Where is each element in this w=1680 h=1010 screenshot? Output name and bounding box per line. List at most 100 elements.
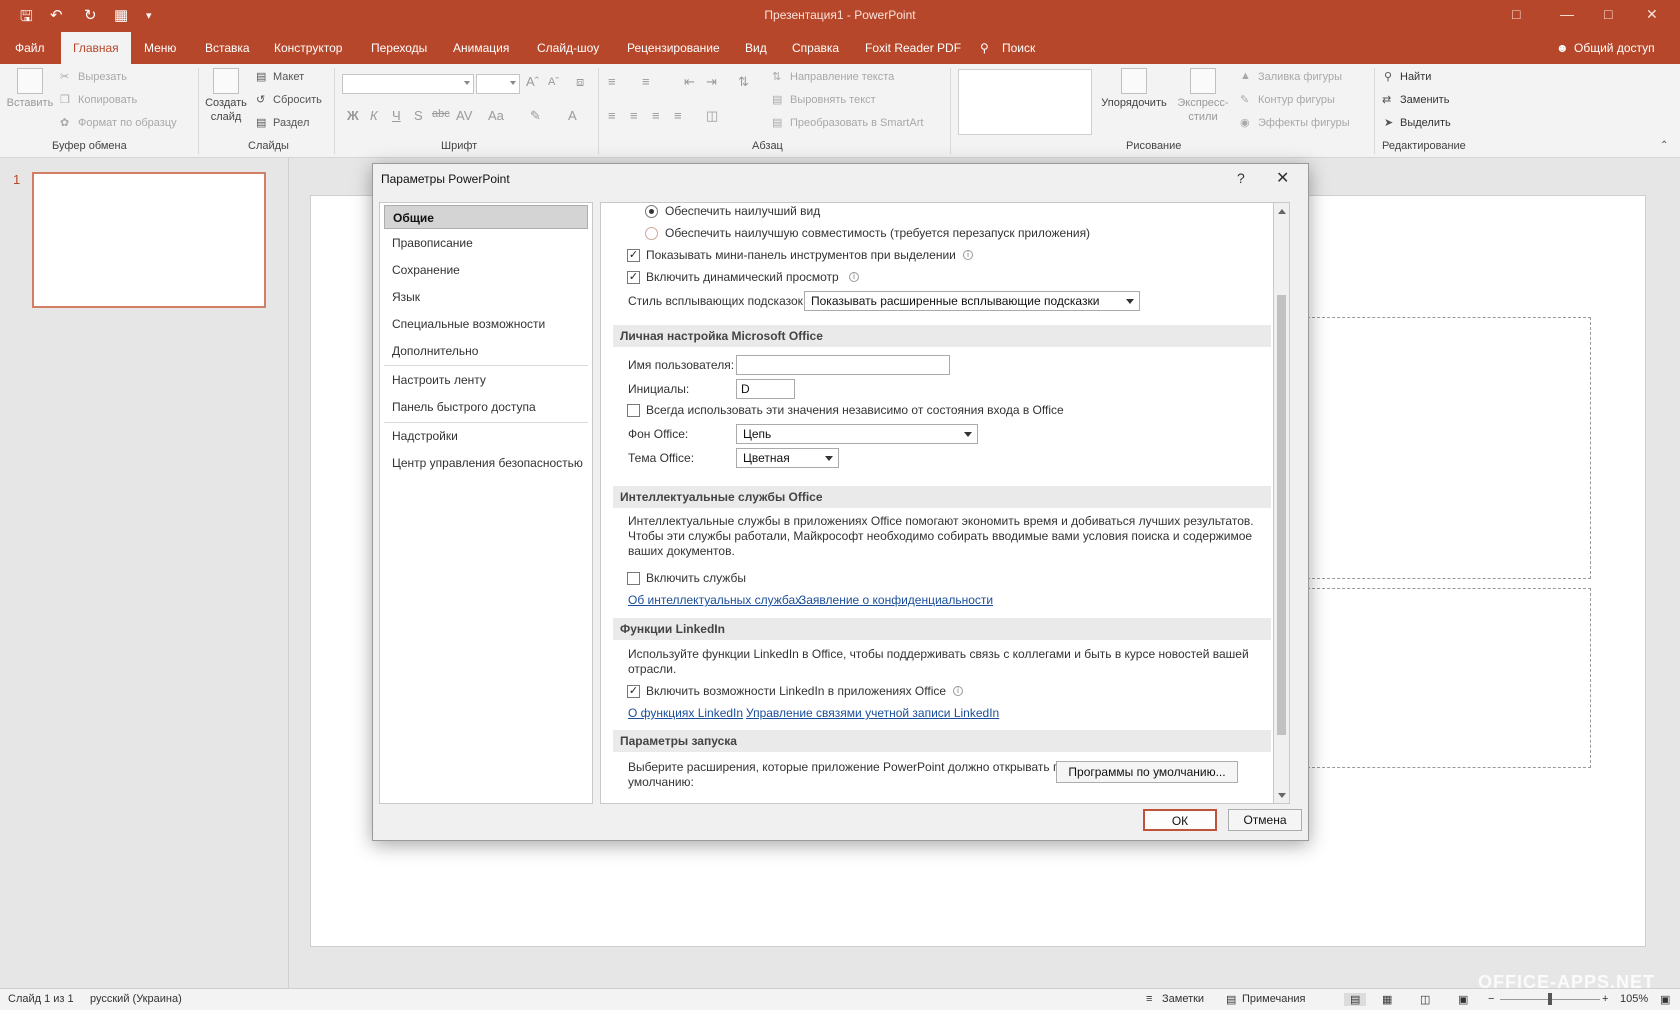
category-advanced[interactable]: Дополнительно — [384, 339, 588, 363]
change-case-icon[interactable]: Aa — [488, 108, 504, 123]
tab-foxit[interactable]: Foxit Reader PDF — [865, 32, 961, 64]
reset-button[interactable]: Сбросить — [273, 94, 322, 106]
highlight-icon[interactable]: ✎ — [530, 108, 541, 124]
default-programs-button[interactable]: Программы по умолчанию... — [1056, 761, 1238, 783]
layout-button[interactable]: Макет — [273, 71, 304, 83]
manage-linkedin-link[interactable]: Управление связями учетной записи Linked… — [746, 706, 999, 720]
shape-effects-button[interactable]: Эффекты фигуры — [1258, 117, 1350, 129]
justify-icon[interactable]: ≡ — [674, 108, 682, 123]
shrink-font-icon[interactable]: Aˇ — [548, 76, 559, 88]
tab-insert[interactable]: Вставка — [205, 32, 250, 64]
maximize-icon[interactable]: □ — [1604, 6, 1612, 22]
checkbox-enable-linkedin[interactable]: ✓ — [627, 685, 640, 698]
scroll-down-icon[interactable] — [1278, 793, 1286, 798]
checkbox-enable-services[interactable] — [627, 572, 640, 585]
initials-input[interactable] — [736, 379, 795, 399]
help-button[interactable]: ? — [1237, 170, 1245, 186]
replace-button[interactable]: Заменить — [1400, 94, 1449, 106]
underline-icon[interactable]: Ч — [392, 108, 401, 123]
copy-button[interactable]: Копировать — [78, 94, 137, 106]
zoom-in-icon[interactable]: + — [1602, 993, 1608, 1005]
normal-view-icon[interactable]: ▤ — [1344, 993, 1367, 1006]
tab-help[interactable]: Справка — [792, 32, 839, 64]
columns-icon[interactable]: ◫ — [706, 108, 718, 124]
spacing-icon[interactable]: AV — [456, 108, 472, 123]
grow-font-icon[interactable]: Aˆ — [526, 74, 539, 89]
tab-file[interactable]: Файл — [15, 32, 45, 64]
tooltip-style-select[interactable]: Показывать расширенные всплывающие подск… — [804, 291, 1140, 311]
fit-slide-icon[interactable]: ▣ — [1660, 993, 1670, 1006]
category-accessibility[interactable]: Специальные возможности — [384, 312, 588, 336]
title-placeholder[interactable] — [1307, 317, 1591, 579]
zoom-slider-thumb[interactable] — [1548, 993, 1552, 1005]
scroll-thumb[interactable] — [1277, 295, 1286, 735]
close-icon[interactable]: ✕ — [1276, 168, 1289, 188]
quick-styles-button[interactable]: Экспресс-стили — [1172, 68, 1234, 124]
line-spacing-icon[interactable]: ⇅ — [738, 74, 749, 90]
tab-review[interactable]: Рецензирование — [627, 32, 720, 64]
tab-menu[interactable]: Меню — [144, 32, 176, 64]
font-name-combo[interactable] — [342, 74, 474, 94]
tab-animations[interactable]: Анимация — [453, 32, 509, 64]
category-quick-access[interactable]: Панель быстрого доступа — [384, 395, 588, 419]
notes-button[interactable]: Заметки — [1162, 993, 1204, 1005]
decrease-indent-icon[interactable]: ⇤ — [684, 74, 695, 90]
align-left-icon[interactable]: ≡ — [608, 108, 616, 123]
font-color-icon[interactable]: A — [568, 108, 577, 123]
tab-transitions[interactable]: Переходы — [371, 32, 427, 64]
category-customize-ribbon[interactable]: Настроить ленту — [384, 368, 588, 392]
radio-best-appearance[interactable] — [645, 205, 658, 218]
slideshow-view-icon[interactable]: ▣ — [1458, 993, 1468, 1006]
slide-sorter-icon[interactable]: ▦ — [1382, 993, 1392, 1006]
office-background-select[interactable]: Цепь — [736, 424, 978, 444]
about-linkedin-link[interactable]: О функциях LinkedIn — [628, 706, 743, 720]
smartart-button[interactable]: Преобразовать в SmartArt — [790, 117, 923, 129]
checkbox-live-preview[interactable]: ✓ — [627, 271, 640, 284]
bullets-icon[interactable]: ≡ — [608, 74, 616, 89]
section-button[interactable]: Раздел — [273, 117, 309, 129]
shape-outline-button[interactable]: Контур фигуры — [1258, 94, 1335, 106]
scroll-up-icon[interactable] — [1278, 209, 1286, 214]
format-painter-button[interactable]: Формат по образцу — [78, 117, 177, 129]
tab-search[interactable]: Поиск — [1002, 32, 1035, 64]
increase-indent-icon[interactable]: ⇥ — [706, 74, 717, 90]
tab-slideshow[interactable]: Слайд-шоу — [537, 32, 599, 64]
text-direction-button[interactable]: Направление текста — [790, 71, 894, 83]
category-save[interactable]: Сохранение — [384, 258, 588, 282]
checkbox-mini-toolbar[interactable]: ✓ — [627, 249, 640, 262]
comments-button[interactable]: Примечания — [1242, 993, 1306, 1005]
privacy-link[interactable]: Заявление о конфиденциальности — [799, 593, 993, 607]
numbering-icon[interactable]: ≡ — [642, 74, 650, 89]
strikethrough-icon[interactable]: abc — [432, 108, 450, 120]
ok-button[interactable]: ОК — [1143, 809, 1217, 831]
reading-view-icon[interactable]: ◫ — [1420, 993, 1430, 1006]
share-button[interactable]: Общий доступ — [1574, 32, 1655, 64]
zoom-level[interactable]: 105% — [1620, 993, 1648, 1005]
arrange-button[interactable]: Упорядочить — [1098, 68, 1170, 110]
bold-icon[interactable]: Ж — [347, 108, 359, 123]
tab-home[interactable]: Главная — [61, 32, 131, 64]
clear-format-icon[interactable]: ⧈ — [576, 74, 584, 90]
italic-icon[interactable]: К — [370, 108, 378, 123]
category-language[interactable]: Язык — [384, 285, 588, 309]
font-size-combo[interactable] — [476, 74, 520, 94]
cancel-button[interactable]: Отмена — [1228, 809, 1302, 831]
tab-design[interactable]: Конструктор — [274, 32, 342, 64]
slide-thumbnail[interactable] — [32, 172, 266, 308]
tab-view[interactable]: Вид — [745, 32, 767, 64]
shape-fill-button[interactable]: Заливка фигуры — [1258, 71, 1342, 83]
zoom-out-icon[interactable]: − — [1488, 993, 1494, 1005]
find-button[interactable]: Найти — [1400, 71, 1431, 83]
category-addins[interactable]: Надстройки — [384, 424, 588, 448]
category-trust-center[interactable]: Центр управления безопасностью — [384, 451, 588, 475]
content-scrollbar[interactable] — [1274, 202, 1290, 804]
align-right-icon[interactable]: ≡ — [652, 108, 660, 123]
cut-button[interactable]: Вырезать — [78, 71, 127, 83]
minimize-icon[interactable]: — — [1560, 6, 1574, 22]
office-theme-select[interactable]: Цветная — [736, 448, 839, 468]
radio-compatibility[interactable] — [645, 227, 658, 240]
close-window-icon[interactable]: ✕ — [1646, 6, 1658, 23]
category-general[interactable]: Общие — [384, 205, 588, 229]
select-button[interactable]: Выделить — [1400, 117, 1451, 129]
checkbox-always-use[interactable] — [627, 404, 640, 417]
